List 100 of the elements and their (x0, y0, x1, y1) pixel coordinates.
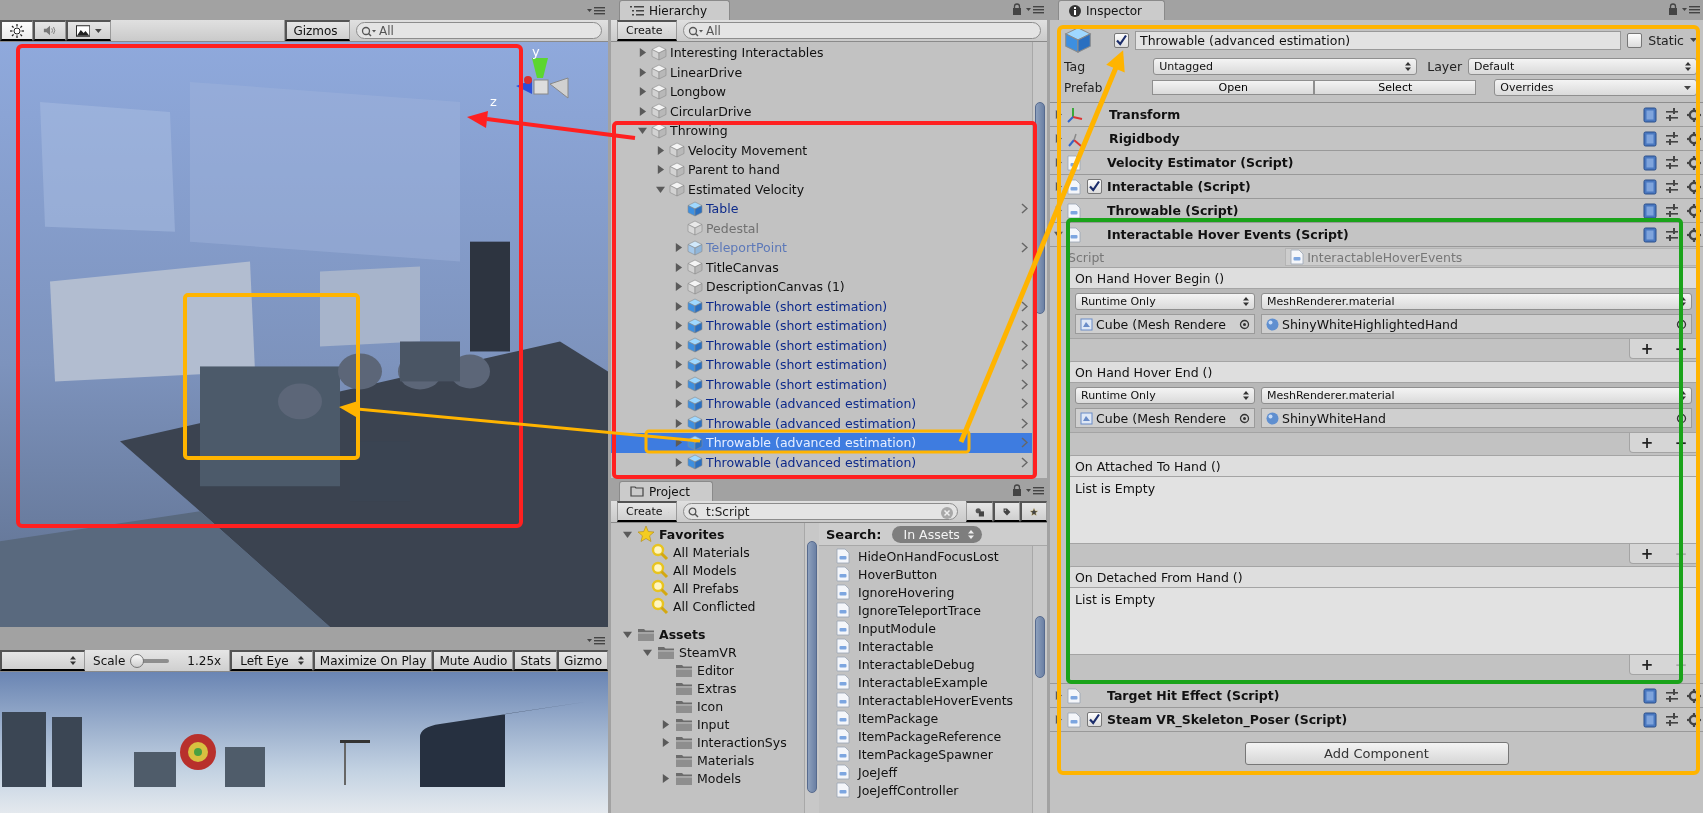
expand-arrow-icon[interactable] (622, 529, 632, 539)
create-dropdown[interactable]: Create (617, 20, 677, 41)
hierarchy-row[interactable]: LinearDrive (611, 62, 1032, 82)
expand-arrow-icon[interactable] (1054, 182, 1063, 191)
menu-icon[interactable] (587, 6, 605, 15)
expand-arrow-icon[interactable] (655, 184, 665, 194)
folder-row[interactable]: Icon (611, 697, 804, 715)
help-book-icon[interactable] (1643, 178, 1657, 195)
object-field[interactable]: Cube (Mesh Rendere (1075, 408, 1255, 428)
create-dropdown[interactable]: Create (617, 501, 677, 522)
menu-icon[interactable] (1682, 4, 1700, 14)
runtime-dropdown[interactable]: Runtime Only (1075, 293, 1255, 310)
hierarchy-row[interactable]: Throwable (advanced estimation) (611, 452, 1032, 472)
chevron-icon[interactable] (1021, 300, 1028, 312)
chevron-icon[interactable] (1021, 378, 1028, 390)
script-asset[interactable]: IgnoreTeleportTrace (836, 601, 1032, 619)
favorite-item[interactable]: All Conflicted (611, 597, 804, 615)
script-asset[interactable]: IgnoreHovering (836, 583, 1032, 601)
search-field[interactable]: t:Script (683, 503, 958, 520)
folder-row[interactable]: Editor (611, 661, 804, 679)
script-asset[interactable]: JoeJeff (836, 763, 1032, 781)
presets-icon[interactable] (1665, 688, 1679, 703)
expand-arrow-icon[interactable] (660, 773, 670, 783)
folder-row[interactable]: InteractionSys (611, 733, 804, 751)
hierarchy-row[interactable]: Throwable (short estimation) (611, 335, 1032, 355)
expand-arrow-icon[interactable] (642, 647, 652, 657)
folder-row[interactable]: Input (611, 715, 804, 733)
presets-icon[interactable] (1665, 712, 1679, 727)
toolbar-button[interactable]: Gizmo (557, 650, 608, 671)
folder-row[interactable]: SteamVR (611, 643, 804, 661)
lock-icon[interactable] (1012, 484, 1022, 496)
inspector-tab[interactable]: Inspector (1058, 0, 1165, 20)
script-asset[interactable]: InteractableHoverEvents (836, 691, 1032, 709)
function-dropdown[interactable]: MeshRenderer.material (1261, 293, 1692, 310)
hierarchy-row[interactable]: Velocity Movement (611, 140, 1032, 160)
add-item-button[interactable]: + (1630, 655, 1664, 674)
presets-icon[interactable] (1665, 179, 1679, 194)
script-asset[interactable]: HideOnHandFocusLost (836, 547, 1032, 565)
expand-arrow-icon[interactable] (673, 262, 683, 272)
assets-row[interactable]: Assets (611, 625, 804, 643)
chevron-icon[interactable] (1021, 242, 1028, 254)
help-book-icon[interactable] (1643, 687, 1657, 704)
name-field[interactable]: Throwable (advanced estimation) (1135, 30, 1622, 50)
script-asset[interactable]: InteractableDebug (836, 655, 1032, 673)
help-book-icon[interactable] (1643, 711, 1657, 728)
object-field[interactable]: Cube (Mesh Rendere (1075, 314, 1255, 334)
prefab-button[interactable]: Select (1314, 80, 1477, 95)
expand-arrow-icon[interactable] (660, 737, 670, 747)
gear-icon[interactable] (1687, 203, 1701, 218)
checkbox[interactable] (1086, 712, 1102, 727)
help-book-icon[interactable] (1643, 130, 1657, 147)
expand-arrow-icon[interactable] (1054, 110, 1063, 119)
gear-icon[interactable] (1687, 688, 1701, 703)
add-component-button[interactable]: Add Component (1244, 742, 1509, 765)
chevron-icon[interactable] (1021, 359, 1028, 371)
folder-row[interactable]: Materials (611, 751, 804, 769)
search-field[interactable]: All (356, 22, 602, 39)
script-asset[interactable]: ItemPackageReference (836, 727, 1032, 745)
expand-arrow-icon[interactable] (673, 340, 683, 350)
gizmos-dropdown[interactable]: Gizmos (285, 20, 350, 41)
lock-icon[interactable] (1012, 3, 1022, 15)
favorite-item[interactable]: All Prefabs (611, 579, 804, 597)
help-book-icon[interactable] (1643, 106, 1657, 123)
script-asset[interactable]: InputModule (836, 619, 1032, 637)
help-book-icon[interactable] (1643, 226, 1657, 243)
chevron-icon[interactable] (1021, 398, 1028, 410)
expand-arrow-icon[interactable] (1054, 715, 1063, 724)
layer-dropdown[interactable]: Default (1468, 58, 1697, 75)
runtime-dropdown[interactable]: Runtime Only (1075, 387, 1255, 404)
expand-arrow-icon[interactable] (673, 301, 683, 311)
favorite-item[interactable]: All Materials (611, 543, 804, 561)
toolbar-button[interactable]: Mute Audio (432, 650, 514, 671)
expand-arrow-icon[interactable] (673, 418, 683, 428)
expand-arrow-icon[interactable] (655, 145, 665, 155)
toolbar-button[interactable]: Maximize On Play (312, 650, 433, 671)
scrollbar[interactable] (1032, 546, 1047, 813)
expand-arrow-icon[interactable] (637, 87, 647, 97)
add-item-button[interactable]: + (1630, 339, 1664, 358)
checkbox[interactable] (1627, 32, 1643, 48)
gear-icon[interactable] (1687, 107, 1701, 122)
expand-arrow-icon[interactable] (1054, 134, 1063, 143)
expand-arrow-icon[interactable] (673, 243, 683, 253)
presets-icon[interactable] (1665, 155, 1679, 170)
checkbox[interactable] (1114, 32, 1129, 48)
expand-arrow-icon[interactable] (637, 106, 647, 116)
help-book-icon[interactable] (1643, 154, 1657, 171)
presets-icon[interactable] (1665, 107, 1679, 122)
effects-dropdown[interactable] (66, 20, 111, 41)
search-field[interactable]: All (683, 22, 1041, 39)
hierarchy-row[interactable]: Throwable (short estimation) (611, 316, 1032, 336)
presets-icon[interactable] (1665, 227, 1679, 242)
overrides-dropdown[interactable]: Overrides (1494, 79, 1697, 96)
expand-arrow-icon[interactable] (637, 126, 647, 136)
expand-arrow-icon[interactable] (622, 629, 632, 639)
expand-arrow-icon[interactable] (637, 67, 647, 77)
expand-arrow-icon[interactable] (655, 165, 665, 175)
expand-arrow-icon[interactable] (673, 282, 683, 292)
expand-arrow-icon[interactable] (673, 360, 683, 370)
prefab-button[interactable]: Open (1152, 80, 1315, 95)
menu-icon[interactable] (1026, 4, 1044, 14)
